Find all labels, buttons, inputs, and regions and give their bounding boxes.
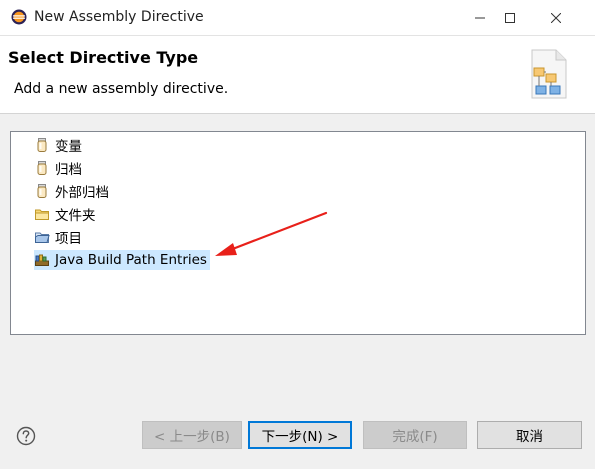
maximize-icon: [505, 12, 515, 23]
tree-item-folder[interactable]: 文件夹: [34, 204, 96, 224]
tree-item-variable[interactable]: 变量: [34, 135, 82, 155]
tree-item-java-build-path-entries[interactable]: Java Build Path Entries: [34, 250, 210, 270]
eclipse-icon: [11, 9, 27, 25]
tree-item-label: 变量: [55, 139, 82, 155]
project-icon: [35, 232, 50, 243]
window-title: New Assembly Directive: [34, 9, 204, 25]
tree-item-external-archive[interactable]: 外部归档: [34, 181, 109, 201]
back-button[interactable]: < 上一步(B): [142, 421, 242, 449]
tree-item-label: 归档: [55, 162, 82, 178]
library-icon: [35, 254, 49, 266]
wizard-header: Select Directive Type Add a new assembly…: [0, 36, 595, 114]
jar-icon: [37, 138, 47, 152]
wizard-banner-icon: [531, 49, 567, 99]
finish-button[interactable]: 完成(F): [363, 421, 467, 449]
tree-item-project[interactable]: 项目: [34, 227, 82, 247]
next-button[interactable]: 下一步(N) >: [248, 421, 352, 449]
tree-item-label: 外部归档: [55, 185, 109, 201]
maximize-button[interactable]: [487, 0, 533, 35]
close-icon: [551, 12, 561, 23]
tree-item-archive[interactable]: 归档: [34, 158, 82, 178]
help-icon[interactable]: [16, 426, 36, 446]
cancel-button[interactable]: 取消: [477, 421, 582, 449]
jar-icon: [37, 184, 47, 198]
jar-icon: [37, 161, 47, 175]
folder-icon: [35, 209, 49, 220]
close-button[interactable]: [533, 0, 579, 35]
directive-type-tree[interactable]: 变量 归档 外部归档 文件夹 项目 Java Build Path Entrie…: [10, 131, 586, 335]
tree-item-label: Java Build Path Entries: [55, 252, 207, 268]
page-description: Add a new assembly directive.: [14, 81, 229, 97]
tree-item-label: 项目: [55, 231, 82, 247]
minimize-icon: [475, 17, 485, 18]
page-title: Select Directive Type: [8, 48, 199, 67]
title-bar: New Assembly Directive: [0, 0, 595, 36]
tree-item-label: 文件夹: [55, 208, 96, 224]
